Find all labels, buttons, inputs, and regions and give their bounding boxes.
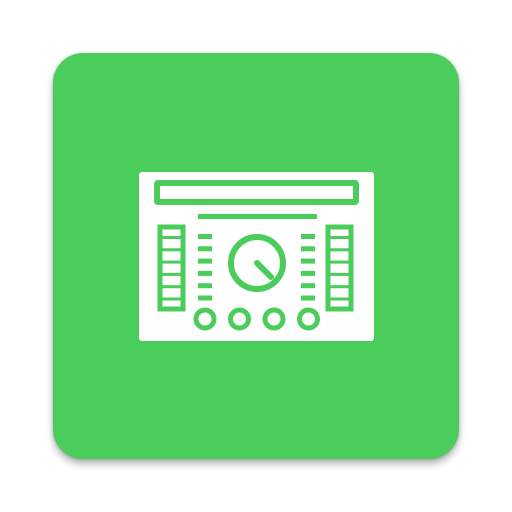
meter-segment [162,285,181,289]
slider-tick [198,246,212,252]
slider-tick [301,258,315,264]
slider-tick [301,295,315,301]
meter-segment [162,272,181,276]
audio-mixer-console-icon [139,172,374,341]
slider-tick [198,258,212,264]
meter-segment [162,248,181,252]
meter-segment [330,236,349,239]
meter-segment [330,272,349,276]
meter-segment [162,236,181,239]
meter-segment [330,285,349,289]
app-icon-tile[interactable] [53,53,459,459]
meter-segment [330,297,349,301]
slider-tick [198,283,212,289]
meter-segment [330,248,349,252]
slider-tick [198,234,212,239]
device-frame [139,172,374,341]
slider-tick [301,234,315,239]
meter-segment [162,260,181,264]
meter-segment [330,260,349,264]
center-divider-line [198,214,317,219]
slider-tick [198,270,212,276]
app-icon-canvas [0,0,512,512]
slider-tick [301,246,315,252]
meter-segment [162,297,181,301]
slider-tick [198,295,212,301]
slider-tick [301,270,315,276]
slider-tick [301,283,315,289]
